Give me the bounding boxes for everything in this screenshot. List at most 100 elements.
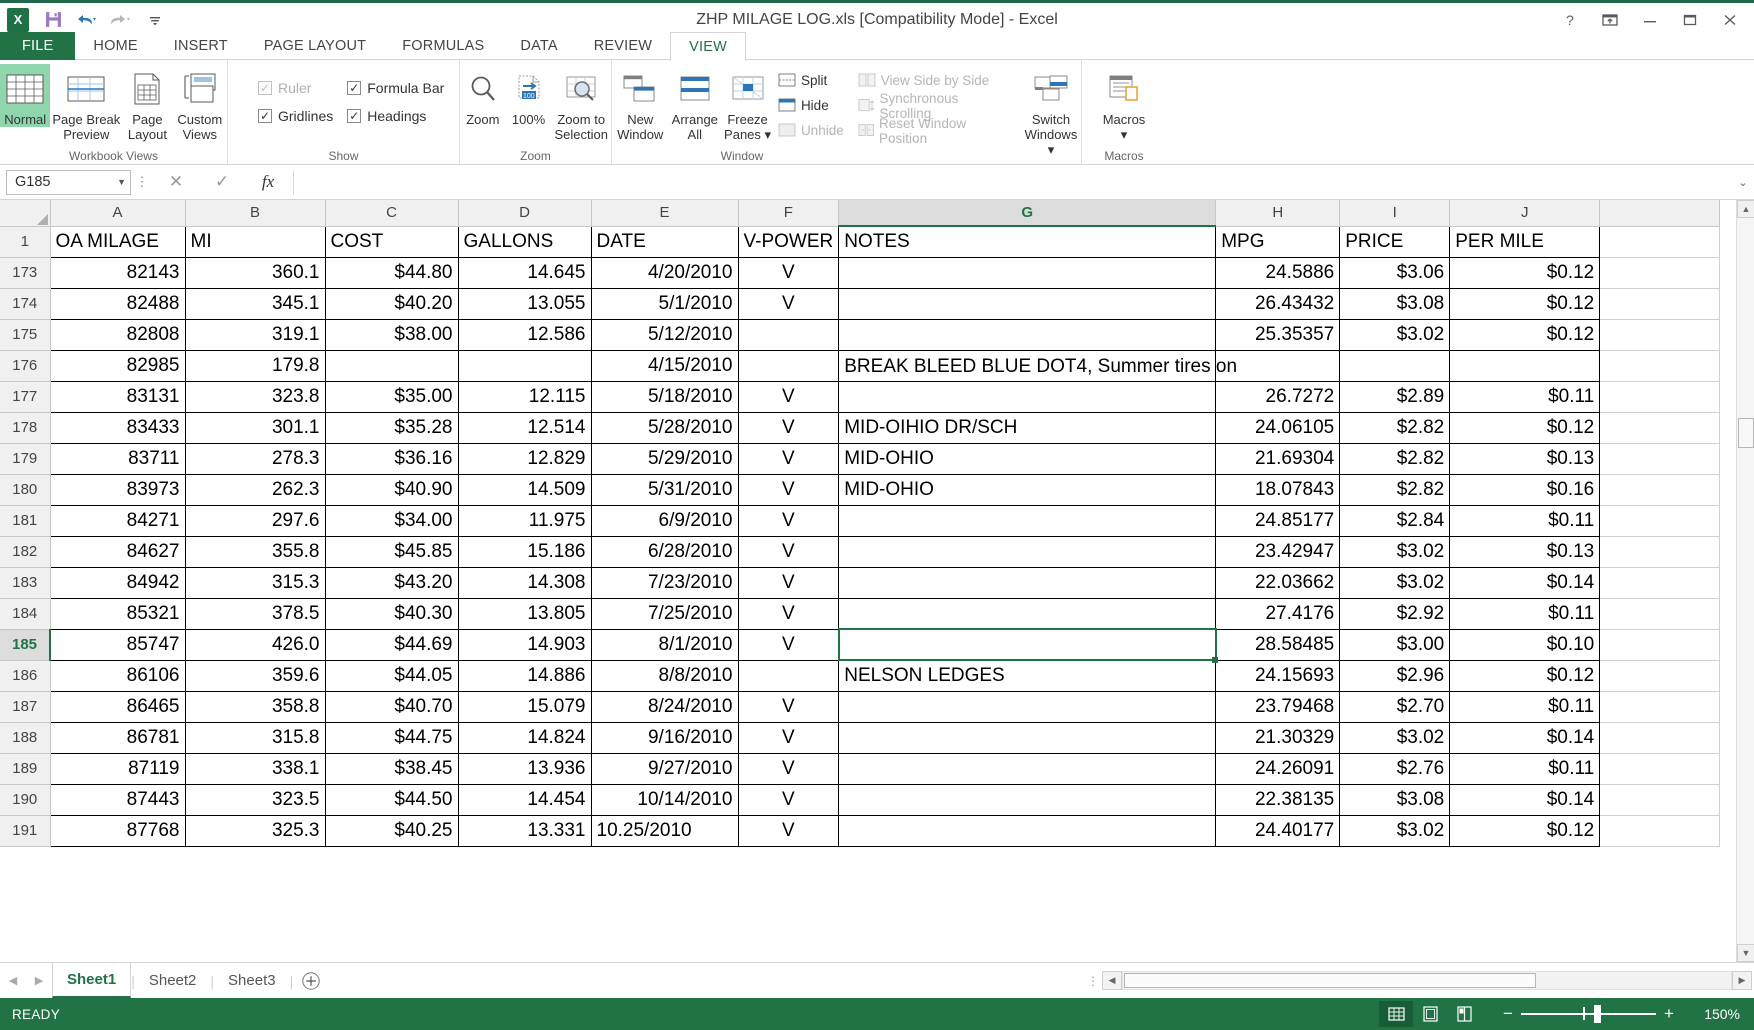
cell-F180[interactable]: V: [737, 473, 840, 506]
cell-A185[interactable]: 85747: [49, 628, 186, 661]
cell-D184[interactable]: 13.805: [457, 597, 592, 630]
cell-I190[interactable]: $3.08: [1339, 783, 1451, 816]
cell-A180[interactable]: 83973: [49, 473, 186, 506]
cell-C175[interactable]: $38.00: [324, 318, 459, 351]
cell-K183[interactable]: [1599, 566, 1721, 599]
tab-review[interactable]: REVIEW: [576, 32, 670, 60]
zoom-percentage[interactable]: 150%: [1682, 1006, 1740, 1022]
cell-J177[interactable]: $0.11: [1449, 380, 1601, 413]
cell-H188[interactable]: 21.30329: [1215, 721, 1341, 754]
cell-E181[interactable]: 6/9/2010: [590, 504, 739, 537]
cell-K187[interactable]: [1599, 690, 1721, 723]
cell-H1[interactable]: MPG: [1215, 225, 1341, 258]
cell-A189[interactable]: 87119: [49, 752, 186, 785]
cell-K182[interactable]: [1599, 535, 1721, 568]
cell-E188[interactable]: 9/16/2010: [590, 721, 739, 754]
cell-J1[interactable]: PER MILE: [1449, 225, 1601, 258]
cell-I180[interactable]: $2.82: [1339, 473, 1451, 506]
vertical-scrollbar[interactable]: ▲ ▼: [1736, 200, 1754, 962]
cell-B185[interactable]: 426.0: [184, 628, 326, 661]
cell-E185[interactable]: 8/1/2010: [590, 628, 739, 661]
confirm-entry-icon[interactable]: ✓: [199, 169, 245, 195]
cell-G178[interactable]: MID-OIHIO DR/SCH: [838, 411, 1217, 444]
zoom-out-button[interactable]: −: [1495, 1004, 1521, 1024]
cell-H184[interactable]: 27.4176: [1215, 597, 1341, 630]
cell-K174[interactable]: [1599, 287, 1721, 320]
column-header-A[interactable]: A: [50, 200, 186, 227]
cell-G189[interactable]: [838, 752, 1217, 785]
cell-C178[interactable]: $35.28: [324, 411, 459, 444]
cell-D185[interactable]: 14.903: [457, 628, 592, 661]
cell-C179[interactable]: $36.16: [324, 442, 459, 475]
cell-K184[interactable]: [1599, 597, 1721, 630]
cell-K186[interactable]: [1599, 659, 1721, 692]
scroll-down-icon[interactable]: ▼: [1737, 944, 1754, 962]
row-header-184[interactable]: 184: [0, 598, 51, 630]
horizontal-scroll-area[interactable]: ⋮ ◀ ▶: [329, 963, 1754, 998]
add-sheet-button[interactable]: [293, 963, 329, 998]
chevron-down-icon[interactable]: ▼: [117, 177, 126, 187]
cell-D176[interactable]: [457, 349, 592, 382]
cancel-entry-icon[interactable]: ✕: [153, 169, 199, 195]
cell-F179[interactable]: V: [737, 442, 840, 475]
next-sheet-icon[interactable]: ▶: [26, 963, 52, 998]
cell-K190[interactable]: [1599, 783, 1721, 816]
page-layout-view-icon[interactable]: [1413, 1001, 1447, 1027]
cell-B179[interactable]: 278.3: [184, 442, 326, 475]
cell-A186[interactable]: 86106: [49, 659, 186, 692]
column-header-I[interactable]: I: [1339, 200, 1451, 227]
cell-I181[interactable]: $2.84: [1339, 504, 1451, 537]
checkbox-formula-bar[interactable]: ✓ Formula Bar: [347, 74, 444, 102]
cell-F176[interactable]: [737, 349, 840, 382]
cell-G185[interactable]: [837, 628, 1219, 663]
cell-I188[interactable]: $3.02: [1339, 721, 1451, 754]
cell-A177[interactable]: 83131: [49, 380, 186, 413]
cell-G184[interactable]: [838, 597, 1217, 630]
cell-E176[interactable]: 4/15/2010: [590, 349, 739, 382]
tab-file[interactable]: FILE: [0, 32, 76, 60]
cell-E189[interactable]: 9/27/2010: [590, 752, 739, 785]
cell-H174[interactable]: 26.43432: [1215, 287, 1341, 320]
sheet-tab-sheet1[interactable]: Sheet1: [52, 963, 132, 998]
cell-K185[interactable]: [1599, 628, 1721, 661]
cell-C181[interactable]: $34.00: [324, 504, 459, 537]
cell-F177[interactable]: V: [737, 380, 840, 413]
cell-E173[interactable]: 4/20/2010: [590, 256, 739, 289]
cell-I174[interactable]: $3.08: [1339, 287, 1451, 320]
reset-window-position-button[interactable]: Reset Window Position: [858, 116, 1005, 146]
cell-I173[interactable]: $3.06: [1339, 256, 1451, 289]
cell-B186[interactable]: 359.6: [184, 659, 326, 692]
cell-A179[interactable]: 83711: [49, 442, 186, 475]
cell-A187[interactable]: 86465: [49, 690, 186, 723]
cell-D183[interactable]: 14.308: [457, 566, 592, 599]
cell-A174[interactable]: 82488: [49, 287, 186, 320]
cell-H177[interactable]: 26.7272: [1215, 380, 1341, 413]
cell-H183[interactable]: 22.03662: [1215, 566, 1341, 599]
cell-E174[interactable]: 5/1/2010: [590, 287, 739, 320]
cell-J187[interactable]: $0.11: [1449, 690, 1601, 723]
row-header-187[interactable]: 187: [0, 691, 51, 723]
cell-A175[interactable]: 82808: [49, 318, 186, 351]
cell-E178[interactable]: 5/28/2010: [590, 411, 739, 444]
cell-C182[interactable]: $45.85: [324, 535, 459, 568]
cell-J176[interactable]: [1449, 349, 1601, 382]
row-header-181[interactable]: 181: [0, 505, 51, 537]
cell-H190[interactable]: 22.38135: [1215, 783, 1341, 816]
cell-B188[interactable]: 315.8: [184, 721, 326, 754]
cell-J184[interactable]: $0.11: [1449, 597, 1601, 630]
zoom-100-button[interactable]: 100 100%: [506, 64, 552, 127]
page-break-preview-icon[interactable]: [1447, 1001, 1481, 1027]
cell-A184[interactable]: 85321: [49, 597, 186, 630]
cell-K179[interactable]: [1599, 442, 1721, 475]
cell-J174[interactable]: $0.12: [1449, 287, 1601, 320]
cell-K177[interactable]: [1599, 380, 1721, 413]
cell-A178[interactable]: 83433: [49, 411, 186, 444]
cell-G183[interactable]: [838, 566, 1217, 599]
cell-F174[interactable]: V: [737, 287, 840, 320]
scroll-right-icon[interactable]: ▶: [1732, 971, 1752, 990]
cell-G179[interactable]: MID-OHIO: [838, 442, 1217, 475]
row-header-180[interactable]: 180: [0, 474, 51, 506]
cell-K191[interactable]: [1599, 814, 1721, 847]
cell-D175[interactable]: 12.586: [457, 318, 592, 351]
cell-A1[interactable]: OA MILAGE: [49, 225, 186, 258]
